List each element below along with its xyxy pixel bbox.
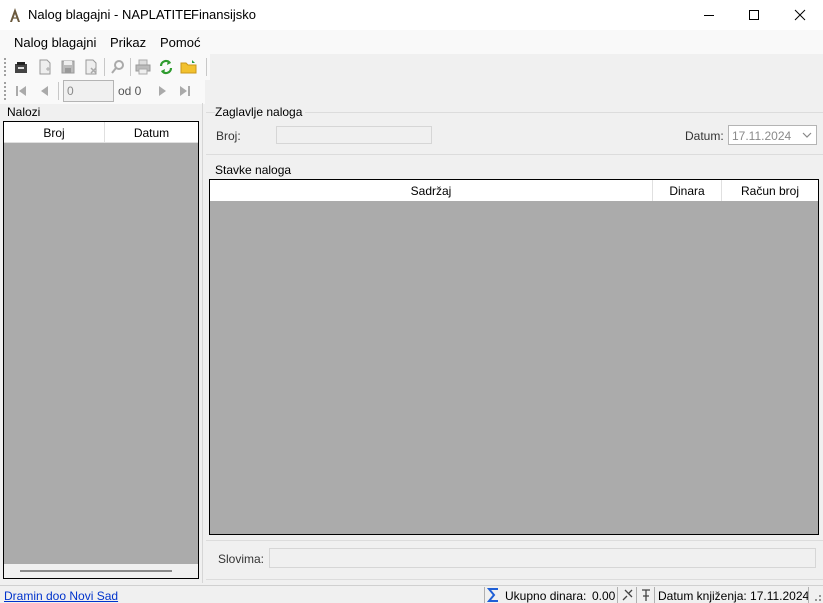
close-button[interactable]: [777, 0, 823, 30]
unpin-icon[interactable]: [639, 588, 653, 602]
move-previous-button[interactable]: [36, 82, 54, 100]
delete-document-icon: [85, 59, 97, 75]
header-group-label: Zaglavlje naloga: [215, 105, 306, 119]
main-toolbar: [0, 54, 210, 80]
app-logo-icon: [10, 8, 20, 22]
horizontal-scrollbar[interactable]: [4, 564, 198, 578]
menu-prikaz[interactable]: Prikaz: [110, 35, 146, 50]
status-separator: [484, 587, 485, 603]
slovima-bottom: [206, 579, 823, 580]
column-header-sadrzaj[interactable]: Sadržaj: [210, 180, 652, 201]
toolbar-grip[interactable]: [4, 58, 6, 76]
close-icon: [794, 9, 806, 21]
toolbar-separator: [58, 82, 59, 100]
nalozi-label: Nalozi: [7, 105, 41, 119]
last-record-icon: [180, 86, 190, 96]
datum-value: 17.11.2024: [732, 129, 792, 143]
slovima-field[interactable]: [269, 548, 816, 568]
first-record-icon: [16, 86, 26, 96]
pin-icon[interactable]: [621, 588, 635, 602]
toolbar-separator: [206, 58, 207, 76]
booking-date: Datum knjiženja: 17.11.2024: [658, 589, 810, 603]
status-separator: [617, 587, 618, 603]
scrollbar-thumb[interactable]: [20, 570, 172, 572]
window-subtitle: Finansijsko: [191, 7, 257, 22]
maximize-button[interactable]: [731, 0, 777, 30]
open-folder-icon: [180, 60, 197, 74]
status-separator: [808, 587, 809, 603]
move-last-button[interactable]: [176, 82, 194, 100]
slovima-label: Slovima:: [218, 552, 265, 566]
open-button[interactable]: [12, 58, 30, 76]
move-first-button[interactable]: [12, 82, 30, 100]
broj-field[interactable]: [276, 126, 432, 144]
position-input[interactable]: 0: [63, 80, 114, 102]
new-document-icon: [39, 59, 51, 75]
total-label: Ukupno dinara:: [505, 589, 587, 603]
nalozi-grid-header: Broj Datum: [4, 122, 198, 143]
refresh-icon: [159, 59, 173, 75]
nalozi-grid[interactable]: Broj Datum: [3, 121, 199, 579]
move-next-button[interactable]: [153, 82, 171, 100]
header-group-bottom: [206, 154, 823, 155]
delete-button[interactable]: [82, 58, 100, 76]
broj-label: Broj:: [216, 129, 241, 143]
slovima-divider: [206, 540, 823, 541]
save-icon: [61, 60, 75, 74]
column-header-broj[interactable]: Broj: [4, 122, 104, 143]
status-bar: Dramin doo Novi Sad Ukupno dinara: 0.00 …: [0, 585, 823, 603]
datum-picker[interactable]: 17.11.2024: [728, 125, 817, 145]
print-button[interactable]: [134, 58, 152, 76]
resize-grip-icon[interactable]: [812, 592, 822, 602]
stavke-grid[interactable]: Sadržaj Dinara Račun broj: [209, 179, 819, 535]
items-group-label: Stavke naloga: [215, 163, 292, 177]
sigma-icon: [487, 588, 498, 602]
menu-nalog-blagajni[interactable]: Nalog blagajni: [14, 35, 96, 50]
panel-splitter[interactable]: [202, 103, 203, 583]
print-icon: [135, 59, 151, 75]
search-button[interactable]: [109, 58, 127, 76]
open-folder-button[interactable]: [180, 58, 198, 76]
record-count-label: od 0: [118, 84, 142, 98]
datum-label: Datum:: [685, 129, 724, 143]
stavke-grid-header: Sadržaj Dinara Račun broj: [210, 180, 818, 201]
refresh-button[interactable]: [157, 58, 175, 76]
previous-record-icon: [41, 86, 48, 96]
toolbar-separator: [104, 58, 105, 76]
chevron-down-icon: [802, 132, 812, 138]
toolbar-separator: [130, 58, 131, 76]
next-record-icon: [159, 86, 166, 96]
column-header-racun-broj[interactable]: Račun broj: [722, 180, 818, 201]
save-button[interactable]: [59, 58, 77, 76]
window-title: Nalog blagajni - NAPLATITE: [28, 7, 192, 22]
column-header-dinara[interactable]: Dinara: [653, 180, 721, 201]
menu-pomoc[interactable]: Pomoć: [160, 35, 200, 50]
status-separator: [654, 587, 655, 603]
menu-bar: Nalog blagajni Prikaz Pomoć: [0, 30, 823, 54]
new-button[interactable]: [36, 58, 54, 76]
toolbar-grip[interactable]: [4, 82, 6, 100]
total-value: 0.00: [592, 589, 616, 603]
status-separator: [636, 587, 637, 603]
column-header-datum[interactable]: Datum: [105, 122, 198, 143]
maximize-icon: [749, 10, 759, 20]
title-bar: Nalog blagajni - NAPLATITE Finansijsko: [0, 0, 823, 30]
company-link[interactable]: Dramin doo Novi Sad: [4, 589, 118, 603]
minimize-icon: [704, 15, 714, 16]
open-icon: [15, 62, 27, 73]
search-icon: [111, 60, 124, 74]
minimize-button[interactable]: [686, 0, 732, 30]
